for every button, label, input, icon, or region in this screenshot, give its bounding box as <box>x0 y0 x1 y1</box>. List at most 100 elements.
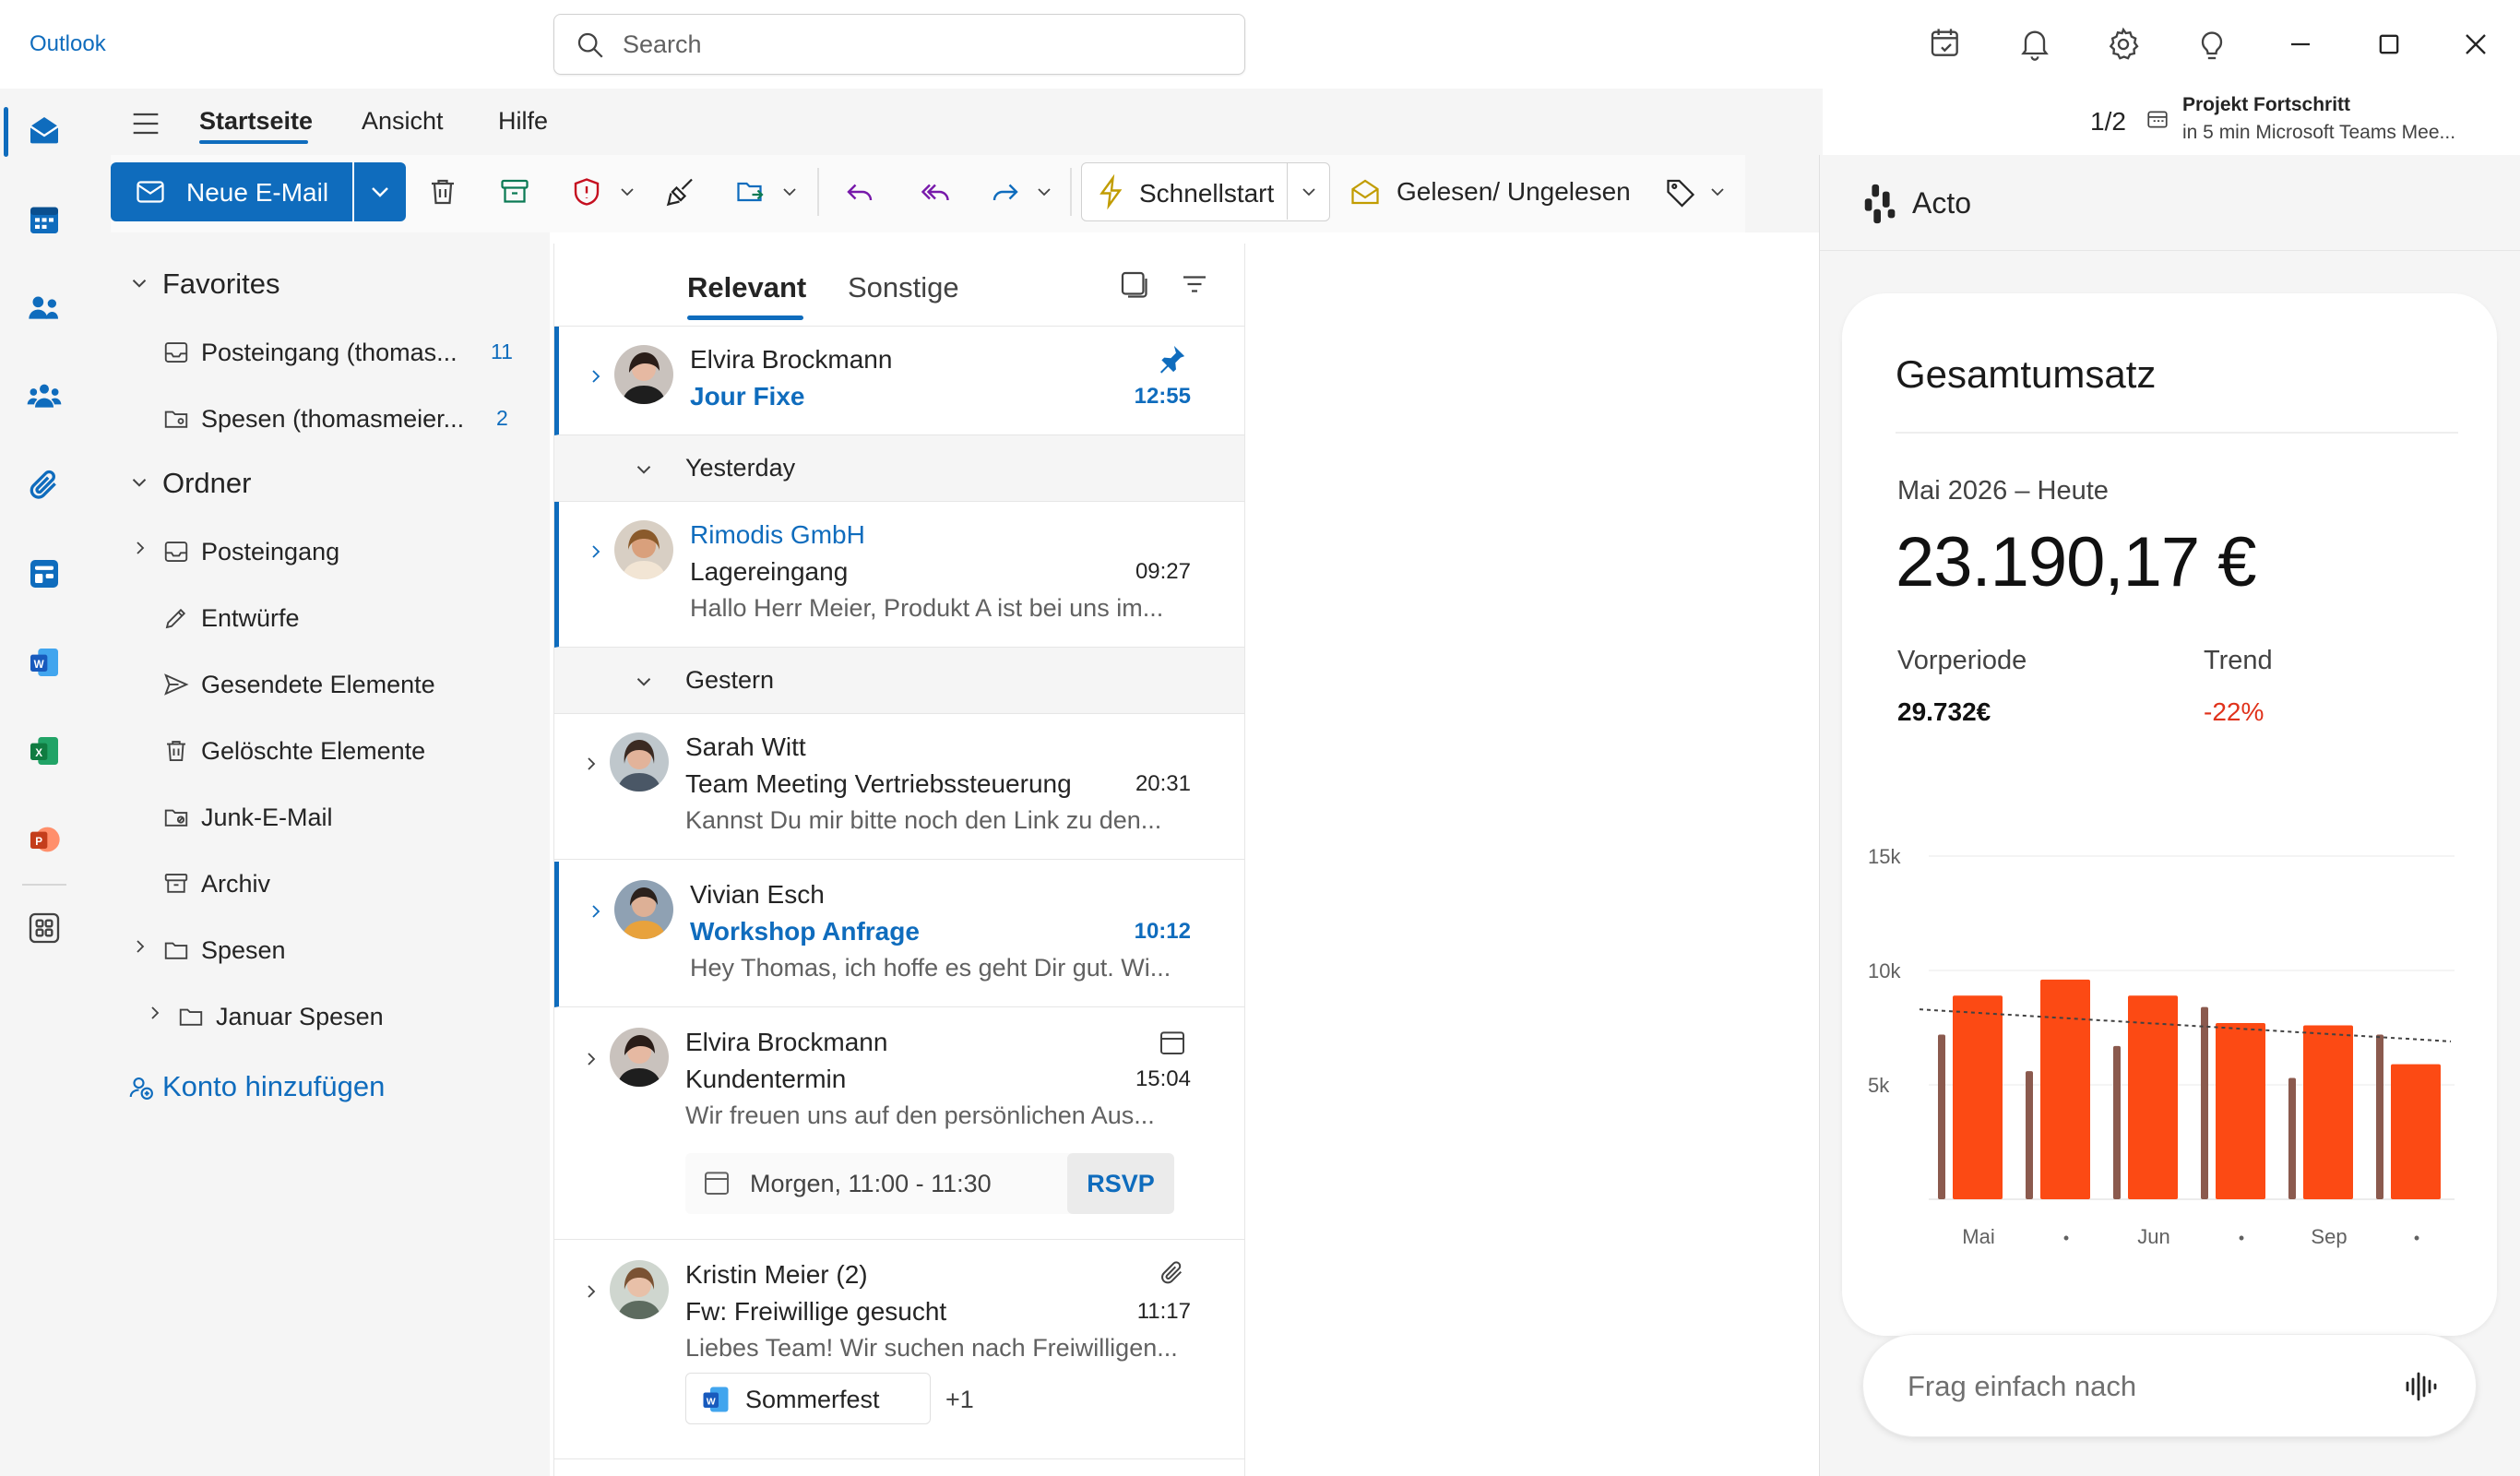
rsvp-button[interactable]: RSVP <box>1067 1153 1174 1214</box>
message-preview: Liebes Team! Wir suchen nach Freiwillige… <box>685 1334 1178 1362</box>
folder-archive[interactable]: Archiv <box>160 863 270 904</box>
chevron-right-icon[interactable] <box>585 900 607 922</box>
chevron-right-icon[interactable] <box>129 537 151 559</box>
pin-icon[interactable] <box>1156 343 1187 375</box>
tab-sonstige[interactable]: Sonstige <box>848 271 959 304</box>
maximize-icon[interactable] <box>2371 26 2407 63</box>
tab-hilfe[interactable]: Hilfe <box>498 107 548 136</box>
chevron-right-icon[interactable] <box>144 1002 166 1024</box>
new-mail-dropdown[interactable] <box>354 162 406 221</box>
my-day-icon[interactable] <box>1928 26 1965 63</box>
search-input[interactable] <box>623 26 1213 63</box>
ask-box[interactable] <box>1862 1334 2477 1437</box>
word-icon[interactable]: W <box>22 640 66 684</box>
hamburger-icon[interactable] <box>127 105 164 142</box>
chart-bar-previous <box>1938 1034 1945 1199</box>
reply-icon[interactable] <box>839 172 880 212</box>
chevron-down-icon[interactable] <box>127 271 151 295</box>
folder-deleted[interactable]: Gelöschte Elemente <box>160 731 425 771</box>
favorite-inbox[interactable]: Posteingang (thomas... <box>160 332 458 373</box>
add-account-icon[interactable] <box>127 1074 155 1101</box>
chevron-down-icon[interactable] <box>632 670 656 694</box>
lightning-icon <box>1095 174 1128 209</box>
close-icon[interactable] <box>2457 26 2494 63</box>
folder-drafts[interactable]: Entwürfe <box>160 598 300 638</box>
folder-sent[interactable]: Gesendete Elemente <box>160 664 435 705</box>
chevron-right-icon[interactable] <box>129 935 151 958</box>
people-icon[interactable] <box>22 286 66 330</box>
message-item[interactable]: Elvira Brockmann Kundentermin 15:04 Wir … <box>554 1009 1244 1240</box>
chevron-right-icon[interactable] <box>580 1280 602 1303</box>
event-time: Morgen, 11:00 - 11:30 <box>750 1170 992 1197</box>
group-header-gestern[interactable]: Gestern <box>554 648 1244 714</box>
tab-startseite[interactable]: Startseite <box>199 107 313 136</box>
favorite-spesen[interactable]: Spesen (thomasmeier... <box>160 399 464 439</box>
board-icon[interactable] <box>22 552 66 596</box>
toolbar-separator <box>1070 168 1072 216</box>
message-item[interactable]: Rimodis GmbH Lagereingang 09:27 Hallo He… <box>554 502 1244 648</box>
forward-icon[interactable] <box>985 172 1026 212</box>
quickstart-dropdown-icon[interactable] <box>1287 163 1329 220</box>
report-shield-icon[interactable] <box>566 172 607 212</box>
gear-icon[interactable] <box>2105 26 2142 63</box>
move-folder-icon[interactable] <box>731 172 771 212</box>
folders-header[interactable]: Ordner <box>162 467 251 500</box>
archive-icon[interactable] <box>494 172 535 212</box>
message-preview: Wir freuen uns auf den persönlichen Aus.… <box>685 1101 1155 1129</box>
search-box[interactable] <box>553 14 1245 75</box>
chevron-right-icon[interactable] <box>580 1048 602 1070</box>
acto-logo-icon <box>1862 183 1899 225</box>
report-dropdown-icon[interactable] <box>614 172 640 212</box>
tag-dropdown-icon[interactable] <box>1705 172 1730 212</box>
chart-bar-current <box>2391 1064 2441 1199</box>
message-item[interactable]: Kristin Meier (2) Fw: Freiwillige gesuch… <box>554 1242 1244 1459</box>
message-item[interactable]: Elvira Brockmann Jour Fixe 12:55 <box>554 327 1244 435</box>
filter-icon[interactable] <box>1178 268 1211 301</box>
attachment-icon[interactable] <box>22 463 66 507</box>
move-dropdown-icon[interactable] <box>777 172 802 212</box>
message-item[interactable]: Vivian Esch Workshop Anfrage 10:12 Hey T… <box>554 862 1244 1007</box>
reply-all-icon[interactable] <box>915 172 956 212</box>
folder-januar-spesen-label: Januar Spesen <box>216 1002 384 1030</box>
groups-icon[interactable] <box>22 375 66 419</box>
mail-icon[interactable] <box>22 109 66 153</box>
chevron-right-icon[interactable] <box>580 753 602 775</box>
chevron-right-icon[interactable] <box>585 365 607 387</box>
folder-inbox[interactable]: Posteingang <box>160 531 339 572</box>
minimize-icon[interactable] <box>2282 26 2319 63</box>
folder-spesen[interactable]: Spesen <box>160 930 286 970</box>
bell-icon[interactable] <box>2016 26 2053 63</box>
attachment-more[interactable]: +1 <box>945 1386 974 1414</box>
read-unread-button[interactable]: Gelesen/ Ungelesen <box>1349 172 1631 212</box>
add-account-link[interactable]: Konto hinzufügen <box>162 1070 385 1103</box>
chevron-right-icon[interactable] <box>585 541 607 563</box>
reminder-title[interactable]: Projekt Fortschritt <box>2182 94 2350 116</box>
new-mail-button[interactable]: Neue E-Mail <box>111 162 352 221</box>
voice-icon[interactable] <box>2398 1364 2443 1409</box>
tab-ansicht[interactable]: Ansicht <box>362 107 444 136</box>
excel-icon[interactable]: X <box>22 729 66 773</box>
ask-input[interactable] <box>1908 1364 2387 1409</box>
message-item[interactable]: Sarah Witt Team Meeting Vertriebssteueru… <box>554 714 1244 860</box>
quickstart-button[interactable]: Schnellstart <box>1081 162 1330 221</box>
folder-junk[interactable]: Junk-E-Mail <box>160 797 333 838</box>
select-mode-icon[interactable] <box>1117 268 1150 301</box>
delete-icon[interactable] <box>422 172 463 212</box>
favorites-header[interactable]: Favorites <box>162 268 279 301</box>
forward-dropdown-icon[interactable] <box>1031 172 1057 212</box>
sweep-icon[interactable] <box>660 172 701 212</box>
powerpoint-icon[interactable]: P <box>22 817 66 862</box>
chevron-down-icon[interactable] <box>632 458 656 482</box>
tag-icon[interactable] <box>1660 172 1701 212</box>
apps-icon[interactable] <box>22 906 66 950</box>
attachment-chip[interactable]: W Sommerfest <box>685 1373 931 1424</box>
chart-bar-current <box>2216 1023 2265 1199</box>
message-time: 20:31 <box>1135 771 1191 796</box>
tab-relevant[interactable]: Relevant <box>687 271 806 304</box>
event-chip[interactable]: Morgen, 11:00 - 11:30 RSVP <box>685 1153 1174 1214</box>
lightbulb-icon[interactable] <box>2193 26 2230 63</box>
chevron-down-icon[interactable] <box>127 470 151 494</box>
calendar-icon[interactable] <box>22 197 66 242</box>
group-header-yesterday[interactable]: Yesterday <box>554 435 1244 502</box>
folder-januar-spesen[interactable]: Januar Spesen <box>175 996 384 1037</box>
